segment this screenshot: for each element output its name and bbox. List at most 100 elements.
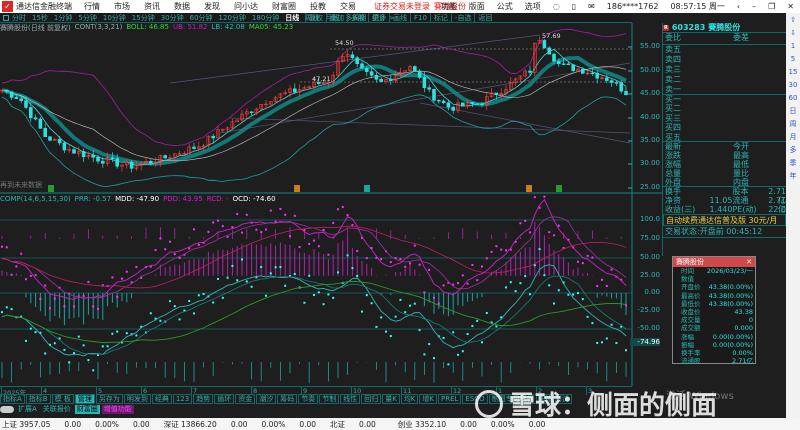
extension-tab[interactable]: 财富圈 <box>74 404 100 414</box>
right-toolbar-button[interactable]: 30 <box>788 80 799 91</box>
menu-item[interactable]: 数据 <box>174 2 190 11</box>
right-toolbar-button[interactable]: 60 <box>788 93 799 104</box>
subscription-banner[interactable]: 自动续费通达信普及版 30元/月 <box>663 213 786 226</box>
period-tab[interactable]: 1分钟 <box>54 13 72 23</box>
period-tab[interactable]: 15秒 <box>32 13 48 23</box>
menu-layout[interactable]: 版面 <box>469 1 485 12</box>
extension-tab[interactable]: 扩展A <box>16 405 39 414</box>
candle-body <box>129 161 134 169</box>
indicator-tab[interactable]: 指标B <box>25 394 51 404</box>
menu-item[interactable]: 交易 <box>340 2 356 11</box>
right-toolbar-button[interactable]: 季 <box>788 158 799 169</box>
chart-tool-button[interactable]: 叠加 <box>326 13 347 23</box>
indicator-tab[interactable]: 趋势 <box>193 394 214 404</box>
close-button[interactable]: ✕ <box>787 2 794 11</box>
sz-index[interactable]: 深证 13866.20 <box>164 419 217 430</box>
chart-tool-button[interactable]: 统计 <box>368 13 389 23</box>
popup-header[interactable]: 賽腾股份 ✕ <box>673 257 755 267</box>
chart-tool-button[interactable]: 画线 <box>389 13 410 23</box>
sh-index[interactable]: 上证 3957.05 <box>2 419 50 430</box>
extension-tab[interactable]: 增值功能 <box>101 404 134 414</box>
menu-function[interactable]: 功能 <box>441 1 457 12</box>
period-tab[interactable]: 30分钟 <box>161 13 184 23</box>
chart-tool-button[interactable]: 标记 <box>429 13 451 23</box>
user-account[interactable]: 186****1762 <box>607 2 659 11</box>
indicator-tab[interactable]: 均K <box>400 394 419 404</box>
chart-tool-button[interactable]: -自选 <box>450 13 475 23</box>
period-tab[interactable]: 日线 <box>285 13 299 23</box>
right-toolbar-button[interactable]: 15 <box>788 67 799 78</box>
candle-body <box>81 151 86 158</box>
menu-formula[interactable]: 公式 <box>497 1 513 12</box>
chart-tool-button[interactable]: 多股 <box>347 13 368 23</box>
candle-body <box>619 82 624 92</box>
candle-body <box>48 136 52 141</box>
right-toolbar-button[interactable]: 年 <box>788 171 799 182</box>
popup-close-icon[interactable]: ✕ <box>746 257 752 267</box>
right-toolbar-button[interactable]: 日 <box>788 106 799 117</box>
panel-toggle-icon[interactable] <box>3 14 9 21</box>
chart-canvas[interactable]: 54.50 57.69 47.21 <box>0 23 662 386</box>
indicator-tab[interactable]: 节制 <box>319 394 340 404</box>
extension-tab[interactable]: 关联报价 <box>41 405 73 414</box>
phone-icon[interactable]: ▯ <box>572 2 576 11</box>
indicator-tab[interactable]: 回归 <box>361 394 382 404</box>
indicator-tab[interactable]: 节奏 <box>298 394 319 404</box>
chart-tool-button[interactable]: 复权 <box>305 13 326 23</box>
menu-item[interactable]: 发现 <box>204 2 220 11</box>
indicator-dot-magenta <box>500 248 503 251</box>
menu-item[interactable]: 问小达 <box>234 2 258 11</box>
period-tab[interactable]: 60分钟 <box>190 13 213 23</box>
login-notice[interactable]: 证券交易未登录 <box>374 1 430 12</box>
restore-button[interactable]: ❐ <box>768 2 775 11</box>
right-toolbar-button[interactable]: 月 <box>788 132 799 143</box>
right-toolbar-button[interactable]: 1 <box>788 41 799 52</box>
period-tab[interactable]: 15分钟 <box>132 13 155 23</box>
menu-options[interactable]: 选项 <box>525 1 541 12</box>
menu-item[interactable]: 市场 <box>114 2 130 11</box>
indicator-tab[interactable]: PREL <box>438 394 462 404</box>
chart-tool-button[interactable]: 返回 <box>474 13 495 23</box>
bz-index[interactable]: 北证 <box>330 419 345 430</box>
indicator-tab[interactable]: 另存为 <box>95 394 123 404</box>
indicator-tab[interactable]: 资金 <box>235 394 256 404</box>
period-tab[interactable]: 5分钟 <box>78 13 96 23</box>
chat-icon[interactable]: ◌ <box>553 2 560 11</box>
period-tab[interactable]: 10分钟 <box>103 13 126 23</box>
cy-index[interactable]: 创业 3352.10 <box>398 419 446 430</box>
indicator-tab[interactable]: 明发到 <box>123 394 151 404</box>
indicator-tab[interactable]: 循环 <box>214 394 235 404</box>
buy-level-row: 买一 <box>663 95 786 104</box>
menu-item[interactable]: 资讯 <box>144 2 160 11</box>
menu-item[interactable]: 行情 <box>84 2 100 11</box>
period-tab[interactable]: 180分钟 <box>252 13 279 23</box>
indicator-tab[interactable]: 增K <box>419 394 437 404</box>
indicator-tab[interactable]: 量K <box>382 394 400 404</box>
toggle-switch[interactable] <box>0 405 14 413</box>
indicator-tab[interactable]: 管理 <box>74 394 95 404</box>
indicator-tab[interactable]: 经典 <box>151 394 172 404</box>
menu-item[interactable]: 财富圈 <box>272 2 296 11</box>
indicator-dot-cyan <box>193 312 195 315</box>
period-tab[interactable]: 分时 <box>12 13 26 23</box>
minimize-button[interactable]: – <box>752 2 756 11</box>
right-toolbar-button[interactable]: 5 <box>788 54 799 65</box>
right-toolbar-button[interactable]: ⇧ <box>788 15 799 26</box>
right-toolbar-button[interactable]: 多 <box>788 145 799 156</box>
back-button[interactable]: ‹ <box>737 2 740 11</box>
chart-tool-button[interactable]: F10 <box>410 13 430 23</box>
right-toolbar-button[interactable]: ⇩ <box>788 28 799 39</box>
candle-body <box>211 135 215 139</box>
menu-item[interactable]: 投教 <box>310 2 326 11</box>
right-toolbar-button[interactable]: 周 <box>788 119 799 130</box>
indicator-tab[interactable]: 指标A <box>0 394 25 404</box>
candle-body <box>446 102 451 108</box>
indicator-tab[interactable]: 模 板 <box>51 394 74 404</box>
indicator-tab[interactable]: 123 <box>172 394 193 404</box>
indicator-panel-name[interactable]: COMP(14,6,5,15,30) <box>0 195 71 203</box>
message-icon[interactable]: ✉ <box>588 2 595 11</box>
indicator-tab[interactable]: 线性 <box>340 394 361 404</box>
indicator-tab[interactable]: 潮汐 <box>256 394 277 404</box>
period-tab[interactable]: 120分钟 <box>219 13 246 23</box>
indicator-tab[interactable]: 筹码 <box>277 394 298 404</box>
